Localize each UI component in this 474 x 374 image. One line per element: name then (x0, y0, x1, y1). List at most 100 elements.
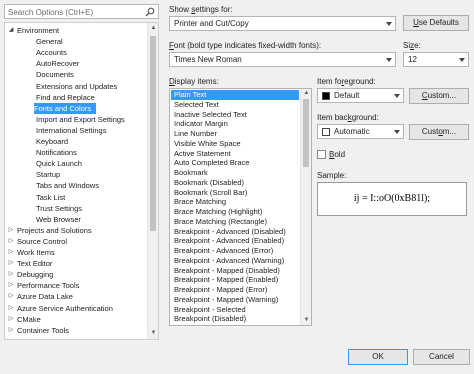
display-item[interactable]: Inactive Selected Text (171, 110, 299, 120)
tree-item[interactable]: Notifications (5, 147, 148, 158)
display-item[interactable]: Brace Matching (Highlight) (171, 207, 299, 217)
collapsed-arrow-icon[interactable]: ▷ (7, 258, 15, 269)
scroll-down-icon[interactable]: ▼ (150, 330, 157, 337)
show-settings-value: Printer and Cut/Copy (174, 19, 249, 28)
display-item[interactable]: Brace Matching (171, 197, 299, 207)
tree-item[interactable]: Find and Replace (5, 92, 148, 103)
font-value: Times New Roman (174, 55, 242, 64)
tree-item[interactable]: Task List (5, 192, 148, 203)
scroll-up-icon[interactable]: ▲ (303, 90, 310, 97)
tree-item[interactable]: ◢ Environment (5, 25, 148, 36)
display-item[interactable]: Selected Text (171, 100, 299, 110)
display-item[interactable]: Bookmark (Scroll Bar) (171, 188, 299, 198)
display-items-list[interactable]: Plain Text Selected Text Inactive Selected… (169, 88, 312, 326)
bold-checkbox[interactable] (317, 150, 326, 159)
tree-item[interactable]: ▷ Container Tools (5, 325, 148, 336)
collapsed-arrow-icon[interactable]: ▷ (7, 269, 15, 280)
display-item[interactable]: Bookmark (171, 168, 299, 178)
display-item[interactable]: Breakpoint - Mapped (Enabled) (171, 275, 299, 285)
search-input[interactable] (8, 7, 143, 17)
font-dropdown[interactable]: Times New Roman (169, 52, 396, 67)
foreground-custom-button[interactable]: Custom... (409, 88, 469, 104)
background-custom-button[interactable]: Custom... (409, 124, 469, 140)
foreground-value: Default (334, 91, 360, 100)
tree-scroll-thumb[interactable] (150, 36, 156, 231)
options-tree[interactable]: ◢ Environment General Accounts AutoRecover Do… (4, 22, 159, 340)
tree-item[interactable]: ▷ Projects and Solutions (5, 225, 148, 236)
tree-item-label: Documents (36, 70, 74, 80)
display-items-scroll-thumb[interactable] (303, 99, 309, 167)
display-item[interactable]: Breakpoint - Advanced (Error) (171, 246, 299, 256)
display-item[interactable]: Breakpoint (Disabled) (171, 314, 299, 324)
tree-item[interactable]: Quick Launch (5, 158, 148, 169)
display-item[interactable]: Bookmark (Disabled) (171, 178, 299, 188)
tree-item[interactable]: ▷ Azure Data Lake (5, 291, 148, 302)
expanded-arrow-icon[interactable]: ◢ (7, 25, 15, 36)
display-item[interactable]: Visible White Space (171, 139, 299, 149)
tree-item[interactable]: Web Browser (5, 214, 148, 225)
display-item[interactable]: Breakpoint - Advanced (Warning) (171, 256, 299, 266)
display-item[interactable]: Auto Completed Brace (171, 158, 299, 168)
display-item[interactable]: Plain Text (171, 90, 299, 100)
collapsed-arrow-icon[interactable]: ▷ (7, 225, 15, 236)
use-defaults-button[interactable]: Use Defaults (403, 15, 469, 31)
show-settings-dropdown[interactable]: Printer and Cut/Copy (169, 16, 396, 31)
collapsed-arrow-icon[interactable]: ▷ (7, 236, 15, 247)
scroll-down-icon[interactable]: ▼ (303, 317, 310, 324)
tree-item[interactable]: Accounts (5, 47, 148, 58)
scroll-up-icon[interactable]: ▲ (150, 25, 157, 32)
cancel-button[interactable]: Cancel (413, 349, 470, 365)
tree-item[interactable]: Fonts and Colors (34, 102, 97, 114)
display-items-scrollbar[interactable]: ▲ ▼ (300, 89, 311, 325)
background-dropdown[interactable]: Automatic (317, 124, 404, 139)
collapsed-arrow-icon[interactable]: ▷ (7, 314, 15, 325)
tree-item[interactable]: Startup (5, 169, 148, 180)
sample-preview: ij = I::oO(0xB81l); (317, 182, 467, 216)
tree-item[interactable]: ▷ Performance Tools (5, 280, 148, 291)
size-dropdown[interactable]: 12 (403, 52, 469, 67)
collapsed-arrow-icon[interactable]: ▷ (7, 280, 15, 291)
collapsed-arrow-icon[interactable]: ▷ (7, 247, 15, 258)
tree-item[interactable]: Tabs and Windows (5, 180, 148, 191)
tree-item-label: CMake (17, 314, 41, 324)
tree-item[interactable]: Keyboard (5, 136, 148, 147)
tree-item-label: Projects and Solutions (17, 225, 92, 235)
search-box[interactable] (4, 4, 159, 19)
chevron-down-icon (394, 130, 400, 134)
display-item[interactable]: Indicator Margin (171, 119, 299, 129)
foreground-dropdown[interactable]: Default (317, 88, 404, 103)
tree-item[interactable]: ▷ CMake (5, 314, 148, 325)
display-item[interactable]: Line Number (171, 129, 299, 139)
display-item[interactable]: Active Statement (171, 149, 299, 159)
tree-item[interactable]: ▷ Azure Service Authentication (5, 303, 148, 314)
display-item[interactable]: Brace Matching (Rectangle) (171, 217, 299, 227)
collapsed-arrow-icon[interactable]: ▷ (7, 291, 15, 302)
bold-label[interactable]: Bold (329, 150, 345, 159)
tree-item-label: Find and Replace (36, 92, 95, 102)
search-icon[interactable] (145, 7, 155, 17)
tree-item[interactable]: AutoRecover (5, 58, 148, 69)
display-item[interactable]: Breakpoint - Advanced (Disabled) (171, 227, 299, 237)
tree-scrollbar[interactable]: ▲ ▼ (147, 23, 158, 339)
display-item[interactable]: Breakpoint - Mapped (Warning) (171, 295, 299, 305)
display-item[interactable]: Breakpoint - Selected (171, 305, 299, 315)
tree-item[interactable]: Trust Settings (5, 203, 148, 214)
tree-item-label: Accounts (36, 48, 67, 58)
tree-item[interactable]: ▷ Debugging (5, 269, 148, 280)
tree-item-label: Fonts and Colors (34, 103, 92, 113)
tree-item[interactable]: ▷ Source Control (5, 236, 148, 247)
ok-button[interactable]: OK (348, 349, 408, 365)
tree-item[interactable]: ▷ Text Editor (5, 258, 148, 269)
collapsed-arrow-icon[interactable]: ▷ (7, 325, 15, 336)
chevron-down-icon (386, 58, 392, 62)
tree-item[interactable]: Import and Export Settings (5, 114, 148, 125)
tree-item[interactable]: International Settings (5, 125, 148, 136)
tree-item[interactable]: Documents (5, 69, 148, 80)
tree-item[interactable]: General (5, 36, 148, 47)
display-item[interactable]: Breakpoint - Advanced (Enabled) (171, 236, 299, 246)
tree-item[interactable]: ▷ Work Items (5, 247, 148, 258)
collapsed-arrow-icon[interactable]: ▷ (7, 303, 15, 314)
display-item[interactable]: Breakpoint - Mapped (Disabled) (171, 266, 299, 276)
display-item[interactable]: Breakpoint - Mapped (Error) (171, 285, 299, 295)
tree-item[interactable]: Extensions and Updates (5, 81, 148, 92)
